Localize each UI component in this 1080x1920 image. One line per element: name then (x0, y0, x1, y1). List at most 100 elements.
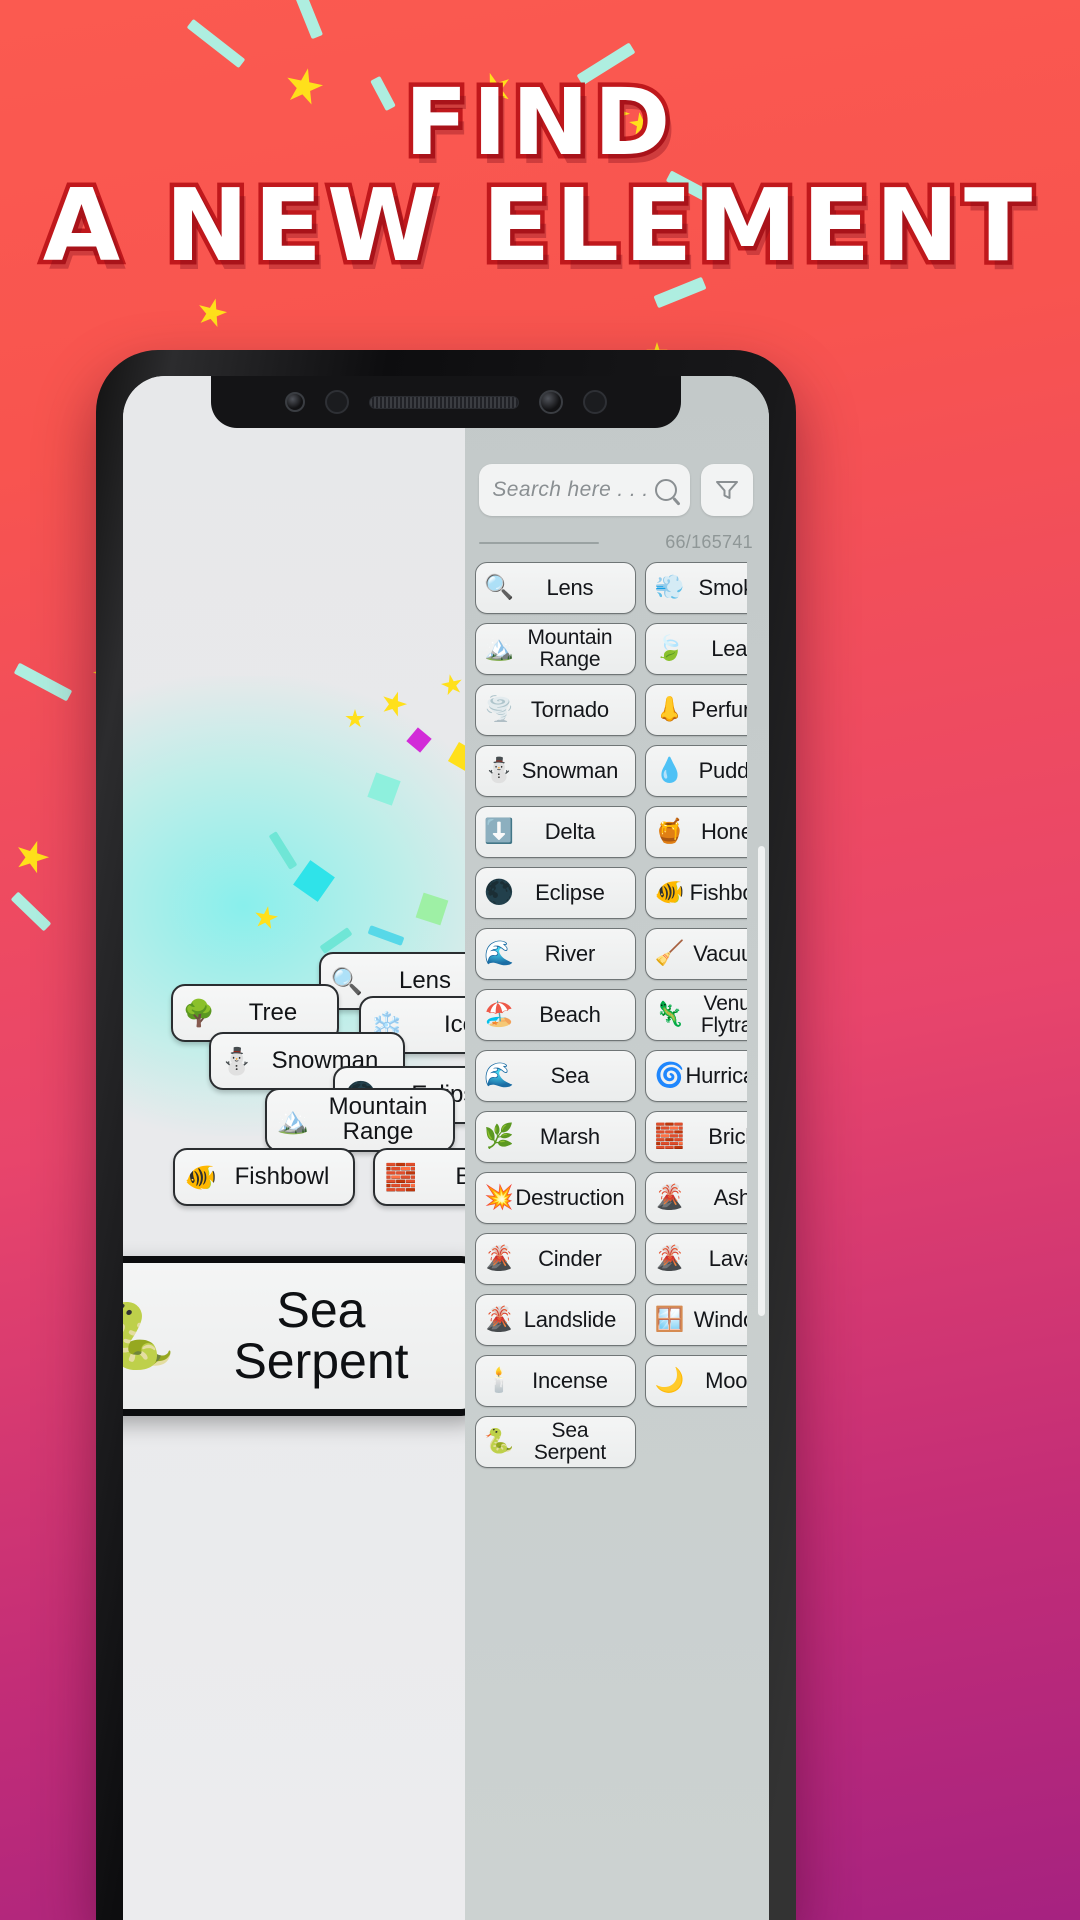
volcano-icon: 🌋 (654, 1245, 685, 1272)
element-chip[interactable]: 🍯 Honey (645, 806, 747, 858)
element-chip[interactable]: 💥 Destruction (475, 1172, 637, 1224)
proximity-sensor-icon (325, 390, 349, 414)
funnel-icon (715, 481, 738, 499)
element-chip[interactable]: 🪟 Window (645, 1294, 747, 1346)
element-chip-label: Lava (708, 1245, 747, 1271)
element-chip-label: Incense (532, 1367, 608, 1393)
lizard-icon: 🦎 (654, 1001, 685, 1028)
element-chip[interactable]: 🌋 Cinder (475, 1233, 637, 1285)
canvas-chip-label: Ice (443, 1010, 465, 1038)
element-chip[interactable]: 🌋 Lava (645, 1233, 747, 1285)
tornado-icon: 🌪️ (484, 696, 515, 723)
dash-icon: 💨 (654, 574, 685, 601)
element-chip[interactable]: 🏖️ Beach (475, 989, 637, 1041)
element-chip[interactable]: 💨 Smoke (645, 562, 747, 614)
search-placeholder: Search here . . . (492, 478, 649, 501)
element-chip-label: Marsh (539, 1123, 600, 1149)
wave-icon: 🌊 (484, 940, 515, 967)
element-chip[interactable]: 🧹 Vacuum (645, 928, 747, 980)
element-chip[interactable]: 🌋 Landslide (475, 1294, 637, 1346)
element-chip-label: Brick (708, 1123, 747, 1149)
element-chip[interactable]: 🦎 VenusFlytrap (645, 989, 747, 1041)
element-chip[interactable]: 🐠Fishbowl (645, 867, 747, 919)
element-chip-label: Leaf (711, 635, 747, 661)
beach-icon: 🏖️ (484, 1001, 515, 1028)
element-chip-label: Perfume (691, 696, 747, 722)
element-chip[interactable]: 🧱 Brick (645, 1111, 747, 1163)
element-chip[interactable]: 🔍 Lens (475, 562, 637, 614)
canvas-chip-mountain-range[interactable]: 🏔️ Mountain Range (265, 1088, 455, 1152)
featured-element-label: Sea Serpent (184, 1285, 458, 1387)
headline-line-1: FIND (400, 69, 676, 176)
ambient-light-sensor-icon (583, 390, 607, 414)
canvas-chip-label: Fishbowl (234, 1162, 330, 1190)
volcano-icon: 🌋 (484, 1245, 515, 1272)
element-chip-label: Cinder (538, 1245, 602, 1271)
canvas-chip-label: Mountain Range (328, 1093, 428, 1145)
element-chip[interactable]: ⛄ Snowman (475, 745, 637, 797)
canvas-chip-label: Brick (455, 1162, 466, 1190)
element-chip[interactable]: 🌪️ Tornado (475, 684, 637, 736)
canvas-chip-brick[interactable]: 🧱 Brick (373, 1148, 466, 1206)
element-chip[interactable]: 🐍 Sea Serpent (475, 1416, 637, 1468)
snake-icon: 🐍 (123, 1299, 176, 1372)
element-chip-label: Mountain Range (527, 626, 613, 671)
element-chip[interactable]: 💧 Puddle (645, 745, 747, 797)
element-list-scroll[interactable]: 🔍 Lens 💨 Smoke 🏔️ MountainRange 🍃 Leaf 🌪️ Tornado… (475, 562, 747, 1920)
element-chip-label: Beach (539, 1001, 601, 1027)
element-chip-label: Smoke (698, 574, 747, 600)
mountain-icon: 🏔️ (484, 635, 515, 662)
element-chip-label: Destruction (515, 1184, 625, 1210)
element-chip-label: VenusFlytrap (700, 992, 747, 1037)
element-chip-label: Honey (700, 818, 747, 844)
featured-label-line-1: Sea (276, 1282, 366, 1338)
divider (479, 541, 600, 544)
element-chip[interactable]: 👃Perfume (645, 684, 747, 736)
magnifier-icon: 🔍 (484, 574, 515, 601)
discovery-counter: 66/165741 (665, 532, 753, 552)
element-chip-label: Delta (544, 818, 596, 844)
element-chip[interactable]: 🌿 Marsh (475, 1111, 637, 1163)
element-chip-label: Landslide (523, 1306, 617, 1332)
brick-icon: 🧱 (654, 1123, 685, 1150)
snowman-icon: ⛄ (484, 757, 515, 784)
snake-icon: 🐍 (484, 1428, 515, 1455)
element-chip-label: Hurricane (685, 1062, 747, 1088)
filter-button[interactable] (700, 464, 753, 516)
element-chip[interactable]: 🌊 Sea (475, 1050, 637, 1102)
element-chip-label: Snowman (521, 757, 619, 783)
element-chip[interactable]: 🌑 Eclipse (475, 867, 637, 919)
featured-element-card[interactable]: 🐍 Sea Serpent (123, 1256, 466, 1416)
featured-label-line-2: Serpent (233, 1333, 409, 1389)
element-chip[interactable]: 🏔️ Mountain Range (475, 623, 637, 675)
earpiece-speaker-icon (369, 395, 519, 409)
down-arrow-icon: ⬇️ (484, 818, 515, 845)
snowman-icon: ⛄ (220, 1045, 254, 1076)
window-icon: 🪟 (654, 1306, 685, 1333)
headline-line-2: A NEW ELEMENT (38, 167, 1038, 285)
tropical-fish-icon: 🐠 (184, 1161, 218, 1192)
herb-icon: 🌿 (484, 1123, 515, 1150)
canvas-pane[interactable]: 🐍 Sea Serpent 🔍 Lens 🌳 Tree ❄️ Ic ⛄ Snow… (123, 376, 466, 1920)
counter-row: 66/165741 (479, 532, 753, 553)
crescent-moon-icon: 🌙 (654, 1367, 685, 1394)
candle-icon: 🕯️ (484, 1367, 515, 1394)
tropical-fish-icon: 🐠 (654, 879, 685, 906)
element-chip[interactable]: 🌋 Ash (645, 1172, 747, 1224)
cyclone-icon: 🌀 (654, 1062, 685, 1089)
element-chip[interactable]: 🌀Hurricane (645, 1050, 747, 1102)
element-chip[interactable]: ⬇️ Delta (475, 806, 637, 858)
canvas-chip-fishbowl[interactable]: 🐠 Fishbowl (173, 1148, 355, 1206)
canvas-chip-label: Lens (398, 966, 452, 994)
element-chip[interactable]: 🕯️ Incense (475, 1355, 637, 1407)
mountain-icon: 🏔️ (276, 1104, 310, 1135)
phone-notch (211, 376, 681, 428)
element-chip[interactable]: 🌙 Moon (645, 1355, 747, 1407)
element-chip[interactable]: 🍃 Leaf (645, 623, 747, 675)
magnifier-icon (654, 479, 677, 501)
element-chip[interactable]: 🌊 River (475, 928, 637, 980)
canvas-chip-label: Tree (248, 998, 298, 1026)
search-input[interactable]: Search here . . . (479, 464, 690, 516)
vertical-scrollbar[interactable] (757, 846, 765, 1316)
element-chip-label: Vacuum (693, 940, 747, 966)
